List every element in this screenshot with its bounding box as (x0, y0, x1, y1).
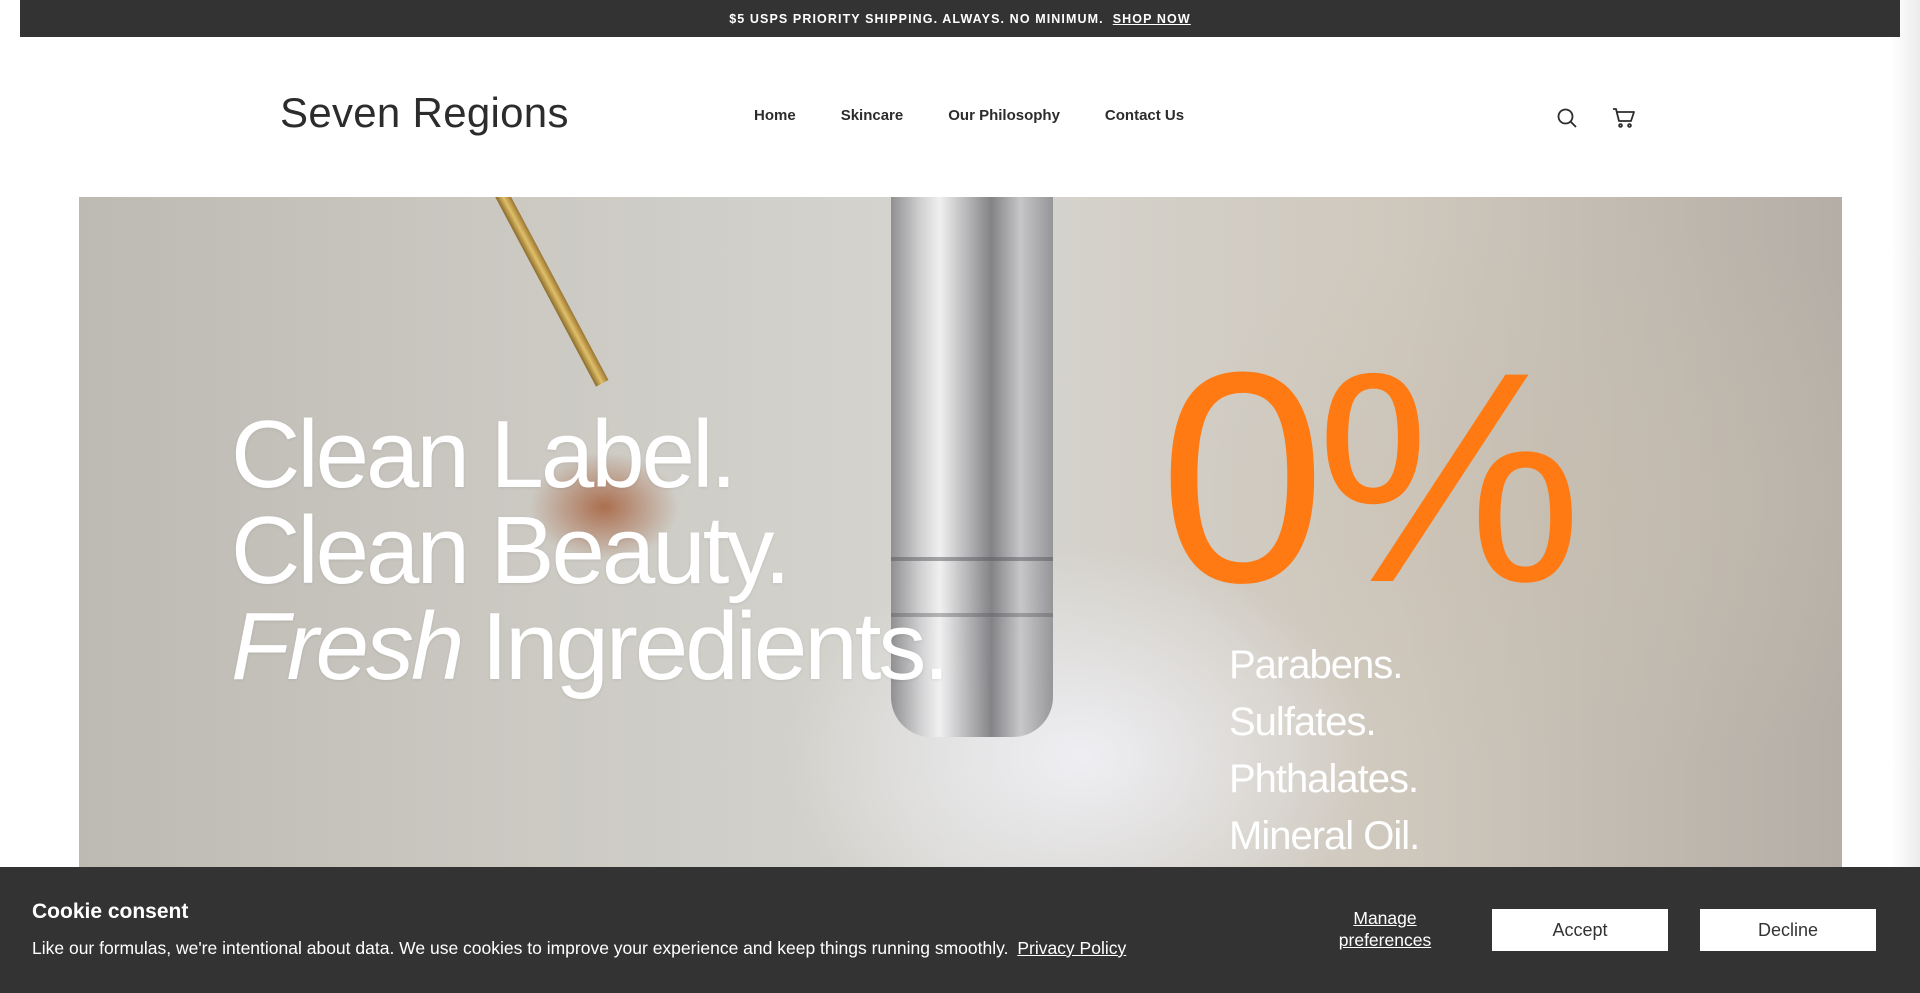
cookie-consent-banner: Cookie consent Like our formulas, we're … (0, 867, 1920, 993)
accept-button[interactable]: Accept (1492, 909, 1668, 951)
announcement-text: $5 USPS PRIORITY SHIPPING. ALWAYS. NO MI… (729, 11, 1104, 26)
zero-percent-stat: 0% (1159, 309, 1583, 645)
manage-preferences-link[interactable]: Manage preferences (1318, 907, 1452, 951)
free-of-item: Parabens. (1229, 643, 1403, 687)
decline-button[interactable]: Decline (1700, 909, 1876, 951)
announcement-bar: $5 USPS PRIORITY SHIPPING. ALWAYS. NO MI… (20, 0, 1900, 37)
site-header: Seven Regions Home Skincare Our Philosop… (0, 37, 1920, 197)
cart-icon[interactable] (1611, 105, 1637, 131)
search-icon[interactable] (1554, 105, 1580, 131)
free-of-item: Phthalates. (1229, 757, 1419, 801)
nav-our-philosophy[interactable]: Our Philosophy (948, 107, 1060, 124)
hero-line-3-italic: Fresh (231, 593, 464, 700)
site-logo[interactable]: Seven Regions (280, 89, 569, 137)
shop-now-link[interactable]: SHOP NOW (1113, 12, 1191, 26)
free-of-item: Mineral Oil. (1229, 814, 1420, 858)
cookie-title: Cookie consent (32, 900, 189, 923)
cookie-description: Like our formulas, we're intentional abo… (32, 938, 1126, 959)
hero-headline: Clean Label. Clean Beauty. Fresh Ingredie… (231, 401, 950, 695)
hero-line-3: Fresh Ingredients. (231, 599, 950, 695)
free-of-item: Sulfates. (1229, 700, 1377, 744)
main-nav: Home Skincare Our Philosophy Contact Us (754, 107, 1184, 124)
hero-line-1: Clean Label. (231, 401, 737, 508)
hero-line-3-rest: Ingredients. (481, 593, 950, 700)
brush-handle-image (474, 197, 609, 387)
nav-skincare[interactable]: Skincare (841, 107, 904, 124)
hero-line-2: Clean Beauty. (231, 497, 791, 604)
nav-contact-us[interactable]: Contact Us (1105, 107, 1184, 124)
privacy-policy-link[interactable]: Privacy Policy (1017, 938, 1126, 958)
nav-home[interactable]: Home (754, 107, 796, 124)
cookie-text: Like our formulas, we're intentional abo… (32, 938, 1009, 958)
free-of-list: Parabens. Sulfates. Phthalates. Mineral … (1229, 637, 1420, 865)
hero-banner: Clean Label. Clean Beauty. Fresh Ingredie… (79, 197, 1842, 867)
